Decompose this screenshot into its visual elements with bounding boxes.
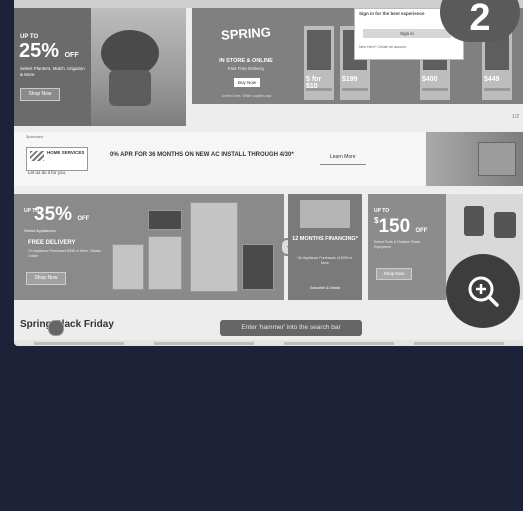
fridge-image — [190, 202, 238, 292]
promo-shop-button[interactable]: Shop Now — [20, 88, 60, 101]
home-services-banner[interactable]: Sponsored HOME SERVICES Let us do it for… — [14, 132, 523, 186]
product-strip — [14, 340, 523, 346]
promo-desc: Select Planters, Mulch, Irrigation & Mor… — [20, 66, 85, 77]
financing-link[interactable]: Subscribe & Details — [294, 286, 356, 290]
home-services-icon — [30, 151, 44, 161]
step-number-badge: 2 — [440, 0, 520, 42]
tools-promo[interactable]: UP TO $150 OFF Select Tools & Outdoor Po… — [368, 194, 446, 300]
zoom-in-icon — [468, 276, 499, 307]
instruction-tooltip: Enter 'hammer' into the search bar — [220, 320, 362, 336]
product-price: $449 — [484, 76, 500, 83]
appl-select: Select Appliances — [24, 228, 56, 233]
dishwasher-image — [112, 244, 144, 290]
sponsored-label: Sponsored — [26, 135, 43, 139]
carousel-counter: 1/2 — [512, 114, 519, 120]
home-services-logo: HOME SERVICES — [26, 147, 88, 171]
planter-photo — [91, 8, 186, 126]
saw-image — [494, 212, 516, 238]
product-image — [307, 30, 331, 70]
financing-promo[interactable]: 12 MONTHS FINANCING* On Appliance Purcha… — [288, 194, 362, 300]
appl-shop-button[interactable]: Shop Now — [26, 272, 66, 285]
planters-promo[interactable]: UP TO 25% OFF Select Planters, Mulch, Ir… — [14, 8, 91, 126]
sign-in-header: Sign in for the best experience — [359, 11, 425, 16]
spring-buy-button[interactable]: Buy Now — [234, 78, 260, 87]
spring-sub: Fast Free Delivery — [227, 66, 265, 71]
appl-discount: 35% OFF — [34, 204, 90, 225]
tools-amount: $150 OFF — [374, 216, 428, 237]
drill-image — [464, 206, 484, 236]
free-delivery: FREE DELIVERY — [28, 240, 76, 246]
spring-note: Limited time. While supplies last. — [221, 94, 273, 98]
product-tile[interactable]: 5 for $10 — [304, 26, 334, 100]
tools-up-to: UP TO — [374, 208, 390, 214]
barrel-pot — [109, 70, 151, 106]
create-account-link[interactable]: New Here? Create an account — [359, 45, 406, 49]
in-store-text: IN STORE & ONLINE — [219, 58, 273, 64]
section-title: Spring Black Friday — [20, 319, 114, 330]
range-image — [148, 236, 182, 290]
financing-image — [300, 200, 350, 228]
carousel-indicator: 1/2 — [14, 114, 523, 122]
financing-desc: On Appliance Purchases of $299 or More — [297, 256, 353, 265]
product-price: $199 — [342, 76, 358, 83]
ac-install-photo — [426, 132, 523, 186]
home-services-caption: Let us do it for you. — [28, 170, 67, 175]
cursor-indicator — [48, 320, 64, 336]
home-services-name: HOME SERVICES — [47, 150, 85, 155]
washer-image — [242, 244, 274, 290]
sign-in-button[interactable]: Sign in — [363, 29, 451, 38]
free-delivery-desc: On Appliance Purchases $396 or More. Det… — [28, 249, 101, 258]
appliances-promo[interactable]: UP TO 35% OFF Select Appliances FREE DEL… — [14, 194, 284, 300]
tools-desc: Select Tools & Outdoor Power Equipment — [374, 240, 421, 249]
financing-headline: 12 MONTHS FINANCING* — [292, 236, 358, 242]
tools-shop-button[interactable]: Shop Now — [376, 268, 412, 280]
promo-discount: 25% OFF — [19, 40, 79, 62]
ac-unit — [478, 142, 516, 176]
apr-offer-text: 0% APR FOR 36 MONTHS ON NEW AC INSTALL T… — [110, 152, 294, 158]
product-price: $400 — [422, 76, 438, 83]
microwave-image — [148, 210, 182, 230]
zoom-button[interactable] — [446, 254, 520, 328]
spring-logo: SPRING — [220, 24, 272, 43]
learn-more-link[interactable]: Learn More — [330, 154, 356, 160]
